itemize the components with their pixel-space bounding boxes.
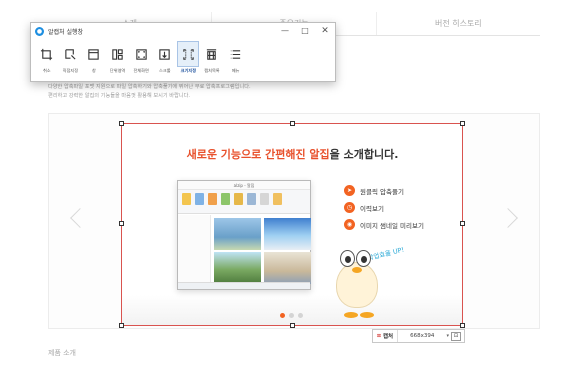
tool-scroll[interactable]: 스크롤 [153,41,177,74]
scroll-icon [154,41,176,67]
mascot-image [328,242,390,318]
eye-icon: ◉ [344,219,355,230]
slide-dot[interactable] [289,313,294,318]
banner-title: 새로운 기능으로 간편해진 알집을 소개합니다. [122,146,463,162]
slide-dot[interactable] [298,313,303,318]
slider-next-arrow-icon[interactable] [498,208,518,228]
window-icon [83,41,105,67]
alcapture-logo-icon: ● [35,26,44,36]
tool-menu[interactable]: 메뉴 [224,41,248,74]
tool-cancel[interactable]: 취소 [35,41,59,74]
tool-capture-list[interactable]: 캡처목록 [200,41,224,74]
history-icon: ◷ [344,202,355,213]
close-button[interactable]: ✕ [315,23,335,39]
thumbnail-image [214,218,261,250]
feature-item: ◷ 이력보기 [344,199,424,216]
tool-fullscreen[interactable]: 전체화면 [129,41,153,74]
thumbnail-image [264,252,311,284]
thumbnail-image [264,218,311,250]
window-title: 알캡처 실행창 [48,28,84,36]
mini-window-title: alzip - 알집 [178,181,310,190]
selection-size: 668x394 [410,333,435,339]
slide-dot[interactable] [280,313,285,318]
banner-title-rest: 을 소개합니다. [329,148,399,161]
pin-icon[interactable]: ⊡ [451,331,461,341]
selection-toolbar: ⌗ 캡처 668x394 ▾ ⊡ [372,329,465,343]
capture-label: 캡처 [382,334,394,340]
crop-icon: ⌗ [377,331,381,340]
tool-direct-select[interactable]: 직접지정 [59,41,83,74]
capture-titlebar[interactable]: ● 알캡처 실행창 — □ ✕ [31,23,335,39]
mini-window-sidebar [178,215,211,282]
feature-item: ➤ 원클릭 압축풀기 [344,182,424,199]
capture-list-icon [201,41,223,67]
alzip-screenshot-image: alzip - 알집 [177,180,311,290]
slider-prev-arrow-icon[interactable] [70,208,90,228]
bottom-heading: 제품 소개 [48,349,76,357]
banner-title-highlight: 새로운 기능으로 간편해진 알집 [186,148,330,161]
feature-item: ◉ 이미지 썸네일 미리보기 [344,216,424,233]
tab-version-history[interactable]: 버전 히스토리 [375,12,540,35]
tool-size-select[interactable]: 크기지정 [177,41,201,74]
banner-floor [122,295,463,325]
unit-area-icon [107,41,129,67]
maximize-button[interactable]: □ [295,23,315,39]
tool-window[interactable]: 창 [82,41,106,74]
capture-button[interactable]: ⌗ 캡처 [373,330,399,342]
mini-window-statusbar [178,282,310,289]
minimize-button[interactable]: — [275,23,295,39]
direct-select-icon [59,41,81,67]
feature-list: ➤ 원클릭 압축풀기 ◷ 이력보기 ◉ 이미지 썸네일 미리보기 [344,182,424,233]
cancel-crop-icon [36,41,58,67]
fullscreen-icon [130,41,152,67]
size-select-icon [177,41,200,67]
description-line: 다양한 압축파일 포맷 지원으로 파일 압축하기와 압축풀기에 뛰어난 무료 압… [48,84,251,90]
mini-window-ribbon [178,190,310,214]
capture-toolbar: 취소 직접지정 창 단위영역 전체화면 스크롤 크기지정 캡처목록 메뉴 [31,39,335,74]
slider-pagination [280,313,303,318]
page-description: 다양한 압축파일 포맷 지원으로 파일 압축하기와 압축풀기에 뛰어난 무료 압… [48,83,251,101]
pointer-icon: ➤ [344,185,355,196]
description-line: 편리하고 강력한 알집의 기능들을 마음껏 활용해 보시기 바랍니다. [48,93,191,99]
tool-unit-area[interactable]: 단위영역 [106,41,130,74]
thumbnail-image [214,252,261,284]
slide-banner: 새로운 기능으로 간편해진 알집을 소개합니다. alzip - 알집 ➤ 원클릭… [122,124,463,325]
menu-icon [225,41,247,67]
capture-window: ● 알캡처 실행창 — □ ✕ 취소 직접지정 창 단위영역 전체화면 스크롤 [30,22,336,82]
